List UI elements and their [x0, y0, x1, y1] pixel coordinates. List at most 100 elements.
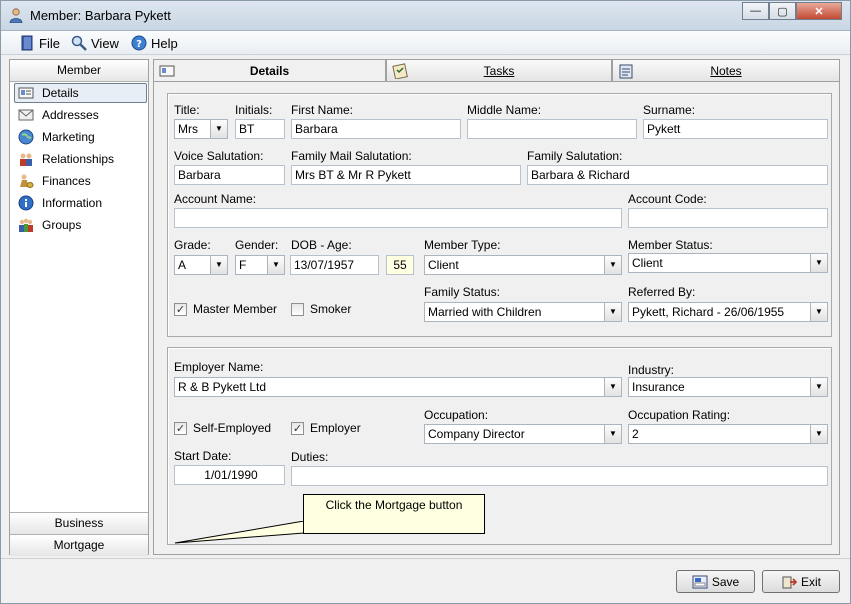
checkmark-icon: ✓ [174, 302, 187, 316]
occupation-select[interactable]: Company Director ▼ [424, 424, 622, 444]
chevron-down-icon: ▼ [604, 256, 621, 274]
start-date-field[interactable]: 1/01/1990 [174, 465, 285, 485]
sidebar-item-label: Finances [42, 173, 91, 188]
tab-notes[interactable]: Notes [612, 59, 840, 81]
save-button-label: Save [711, 574, 740, 589]
voice-salutation-label: Voice Salutation: [174, 149, 264, 163]
menu-bar: File View ? Help [1, 31, 850, 55]
sidebar-item-groups[interactable]: Groups [14, 215, 147, 234]
tab-details-label: Details [249, 64, 290, 78]
family-status-select[interactable]: Married with Children ▼ [424, 302, 622, 322]
tab-details[interactable]: Details [153, 59, 386, 83]
help-icon: ? [131, 35, 147, 51]
employer-label: Employer [310, 421, 361, 435]
menu-help[interactable]: ? Help [131, 34, 178, 52]
member-window: Member: Barbara Pykett — ▢ ✕ File View ?… [0, 0, 851, 604]
master-member-checkbox[interactable]: ✓ Master Member [174, 302, 277, 316]
member-status-select[interactable]: Client ▼ [628, 253, 828, 273]
chevron-down-icon: ▼ [810, 378, 827, 396]
member-status-value: Client [632, 256, 663, 270]
family-status-value: Married with Children [428, 305, 542, 319]
sidebar-item-marketing[interactable]: Marketing [14, 127, 147, 146]
chevron-down-icon: ▼ [810, 254, 827, 272]
people-icon [20, 153, 32, 166]
grade-select[interactable]: A ▼ [174, 255, 228, 275]
dob-field[interactable]: 13/07/1957 [290, 255, 379, 275]
family-mail-salutation-field[interactable]: Mrs BT & Mr R Pykett [291, 165, 521, 185]
exit-button[interactable]: Exit [762, 570, 840, 593]
family-salutation-field[interactable]: Barbara & Richard [527, 165, 828, 185]
window-title: Member: Barbara Pykett [30, 8, 171, 23]
member-status-label: Member Status: [628, 238, 713, 252]
sidebar-header-member[interactable]: Member [10, 60, 148, 82]
sidebar-item-relationships[interactable]: Relationships [14, 149, 147, 168]
occupation-rating-select[interactable]: 2 ▼ [628, 424, 828, 444]
unchecked-box-icon [291, 302, 304, 316]
magnifier-icon [71, 35, 87, 51]
surname-field[interactable]: Pykett [643, 119, 828, 139]
chevron-down-icon: ▼ [604, 303, 621, 321]
menu-help-label: Help [151, 35, 178, 51]
surname-label: Surname: [643, 103, 696, 117]
tab-tasks[interactable]: Tasks [386, 59, 612, 81]
tab-notes-label: Notes [710, 64, 742, 78]
menu-view-label: View [91, 35, 119, 51]
save-icon [692, 575, 708, 588]
chevron-down-icon: ▼ [810, 303, 827, 321]
referred-by-select[interactable]: Pykett, Richard - 26/06/1955 ▼ [628, 302, 828, 322]
self-employed-label: Self-Employed [193, 421, 272, 435]
industry-value: Insurance [632, 380, 685, 394]
account-name-field[interactable] [174, 208, 622, 228]
middle-name-field[interactable] [467, 119, 637, 139]
sidebar-business-button[interactable]: Business [10, 512, 148, 534]
sidebar-item-information[interactable]: Information [14, 193, 147, 212]
info-icon [18, 195, 34, 210]
sidebar-item-details[interactable]: Details [14, 83, 147, 103]
employer-checkbox[interactable]: ✓ Employer [291, 421, 361, 435]
employer-name-select[interactable]: R & B Pykett Ltd ▼ [174, 377, 622, 397]
tab-strip: Details Tasks Notes [153, 59, 841, 83]
master-member-label: Master Member [193, 302, 278, 316]
checkmark-icon: ✓ [291, 421, 304, 435]
grade-label: Grade: [174, 238, 211, 252]
gender-select[interactable]: F ▼ [235, 255, 285, 275]
smoker-checkbox[interactable]: Smoker [291, 302, 351, 316]
exit-button-label: Exit [800, 574, 821, 589]
title-label: Title: [174, 103, 200, 117]
checkmark-icon: ✓ [174, 421, 187, 435]
occupation-rating-value: 2 [632, 427, 639, 441]
duties-field[interactable] [291, 466, 828, 486]
member-type-select[interactable]: Client ▼ [424, 255, 622, 275]
occupation-label: Occupation: [424, 408, 489, 422]
tab-tasks-label: Tasks [483, 64, 515, 78]
menu-file[interactable]: File [19, 34, 60, 52]
sidebar-item-label: Addresses [42, 107, 99, 122]
account-code-label: Account Code: [628, 192, 707, 206]
exit-icon [782, 576, 797, 588]
title-bar: Member: Barbara Pykett — ▢ ✕ [1, 1, 850, 31]
initials-field[interactable]: BT [235, 119, 285, 139]
sidebar-mortgage-button[interactable]: Mortgage [10, 534, 148, 556]
title-select[interactable]: Mrs ▼ [174, 119, 228, 139]
menu-view[interactable]: View [71, 34, 119, 52]
sidebar-item-label: Marketing [42, 129, 95, 144]
family-mail-salutation-label: Family Mail Salutation: [291, 149, 412, 163]
minimize-button[interactable]: — [742, 2, 769, 20]
first-name-label: First Name: [291, 103, 354, 117]
sidebar-item-finances[interactable]: Finances [14, 171, 147, 190]
self-employed-checkbox[interactable]: ✓ Self-Employed [174, 421, 271, 435]
account-code-field[interactable] [628, 208, 828, 228]
gender-value: F [239, 258, 247, 272]
sidebar-item-label: Relationships [42, 151, 115, 166]
maximize-button[interactable]: ▢ [769, 2, 796, 20]
sidebar-item-addresses[interactable]: Addresses [14, 105, 147, 124]
person-icon [9, 8, 23, 23]
sidebar-item-label: Details [42, 86, 79, 100]
close-button[interactable]: ✕ [796, 2, 842, 20]
chevron-down-icon: ▼ [267, 256, 284, 274]
industry-select[interactable]: Insurance ▼ [628, 377, 828, 397]
save-button[interactable]: Save [676, 570, 755, 593]
first-name-field[interactable]: Barbara [291, 119, 461, 139]
voice-salutation-field[interactable]: Barbara [174, 165, 285, 185]
money-icon [20, 174, 34, 188]
